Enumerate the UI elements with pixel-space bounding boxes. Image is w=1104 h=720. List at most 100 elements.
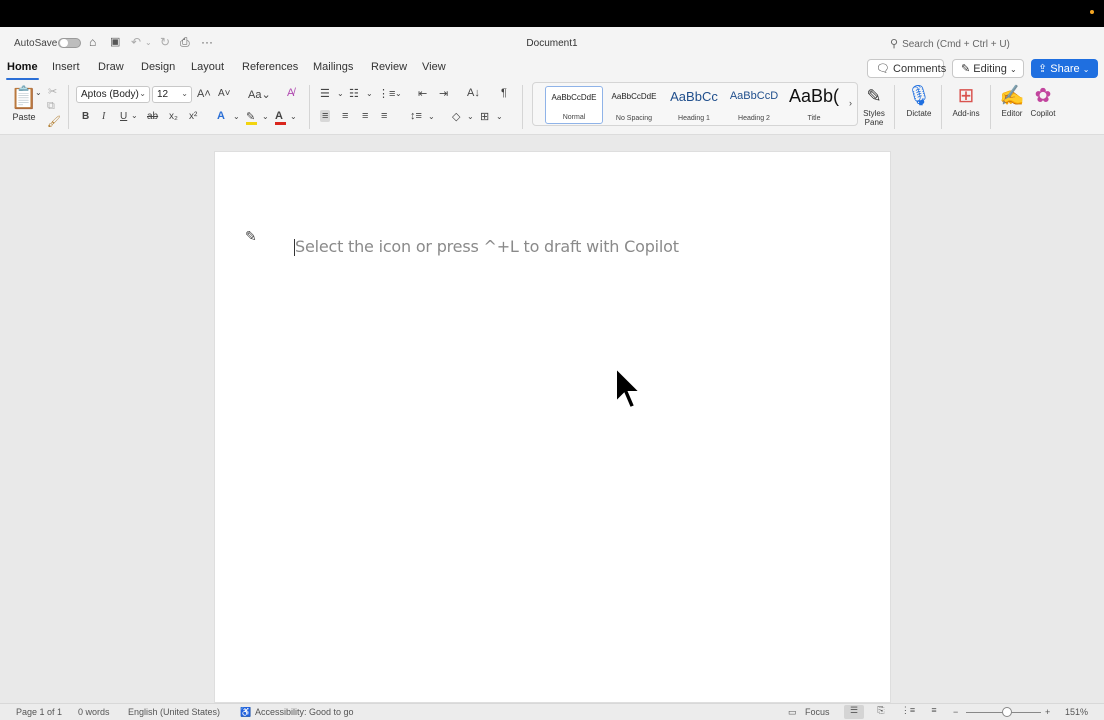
underline-dropdown-icon[interactable]: ⌄ <box>131 111 138 120</box>
accessibility-icon: ♿ <box>240 707 252 717</box>
dictate-button[interactable]: 🎙 Dictate <box>903 83 935 118</box>
align-center-icon[interactable]: ≡ <box>342 110 348 122</box>
format-painter-icon[interactable]: 🖌 <box>47 115 61 128</box>
editing-label: Editing <box>973 63 1007 75</box>
tab-design[interactable]: Design <box>141 61 175 73</box>
style-label: Heading 2 <box>738 115 770 122</box>
add-ins-button[interactable]: ⊞ Add-ins <box>948 83 984 118</box>
style-normal[interactable]: AaBbCcDdE Normal <box>545 86 603 124</box>
subscript-icon[interactable]: x₂ <box>169 111 178 122</box>
numbering-icon[interactable]: ☷ <box>349 87 359 100</box>
tab-references[interactable]: References <box>242 61 298 73</box>
styles-gallery: AaBbCcDdE Normal AaBbCcDdE No Spacing Aa… <box>532 82 858 126</box>
text-effects-icon[interactable]: A <box>217 110 225 122</box>
zoom-out-icon[interactable]: − <box>953 707 958 717</box>
word-count[interactable]: 0 words <box>78 707 110 717</box>
font-color-dropdown-icon[interactable]: ⌄ <box>290 112 297 121</box>
chevron-down-icon: ⌄ <box>139 89 146 98</box>
line-spacing-icon[interactable]: ↕≡ <box>410 110 422 122</box>
style-sample: AaBbCc <box>670 89 718 104</box>
copy-icon[interactable]: ⧉ <box>47 100 55 113</box>
dictate-label: Dictate <box>906 109 932 118</box>
highlight-icon[interactable]: ✎ <box>246 110 257 125</box>
bold-icon[interactable]: B <box>82 111 89 122</box>
divider <box>309 85 310 129</box>
line-spacing-dropdown-icon[interactable]: ⌄ <box>428 112 435 121</box>
show-paragraph-marks-icon[interactable]: ¶ <box>501 87 507 99</box>
focus-label[interactable]: Focus <box>805 707 830 717</box>
gallery-more-icon[interactable]: › <box>849 98 852 108</box>
change-case-icon[interactable]: Aa⌄ <box>248 88 271 101</box>
align-right-icon[interactable]: ≡ <box>362 110 368 122</box>
style-no-spacing[interactable]: AaBbCcDdE No Spacing <box>605 86 663 124</box>
justify-icon[interactable]: ≡ <box>381 110 387 122</box>
superscript-icon[interactable]: x² <box>189 111 197 122</box>
cut-icon[interactable]: ✂ <box>48 85 57 98</box>
share-button[interactable]: ⇪ Share ⌄ <box>1031 59 1098 78</box>
italic-icon[interactable]: I <box>102 111 105 122</box>
divider <box>990 85 991 129</box>
tab-view[interactable]: View <box>422 61 446 73</box>
status-bar: Page 1 of 1 0 words English (United Stat… <box>0 703 1104 720</box>
copilot-button[interactable]: ✿ Copilot <box>1026 83 1060 118</box>
grow-font-icon[interactable]: A˄ <box>197 88 211 100</box>
clear-formatting-icon[interactable]: A̸ <box>287 87 294 99</box>
numbering-dropdown-icon[interactable]: ⌄ <box>366 89 373 98</box>
editor-button[interactable]: ✍ Editor <box>997 83 1027 118</box>
font-color-swatch <box>275 122 286 125</box>
align-left-icon[interactable]: ≡ <box>320 110 331 122</box>
font-name-select[interactable]: Aptos (Body) ⌄ <box>76 86 150 103</box>
font-size-select[interactable]: 12 ⌄ <box>152 86 192 103</box>
bullets-icon[interactable]: ☰ <box>320 87 330 100</box>
chevron-down-icon: ⌄ <box>181 89 188 98</box>
tab-insert[interactable]: Insert <box>52 61 80 73</box>
underline-icon[interactable]: U <box>120 111 127 122</box>
style-heading-1[interactable]: AaBbCc Heading 1 <box>665 86 723 124</box>
borders-icon[interactable]: ⊞ <box>480 110 489 123</box>
shrink-font-icon[interactable]: A˅ <box>218 88 231 99</box>
style-heading-2[interactable]: AaBbCcD Heading 2 <box>725 86 783 124</box>
bullets-dropdown-icon[interactable]: ⌄ <box>337 89 344 98</box>
copilot-icon: ✿ <box>1034 85 1052 107</box>
search-box[interactable]: ⚲ Search (Cmd + Ctrl + U) <box>890 37 1010 50</box>
shading-dropdown-icon[interactable]: ⌄ <box>467 112 474 121</box>
comments-label: Comments <box>893 63 947 75</box>
web-layout-view-icon[interactable]: ⎘ <box>871 705 891 719</box>
tab-review[interactable]: Review <box>371 61 407 73</box>
add-ins-icon: ⊞ <box>957 85 975 107</box>
text-effects-dropdown-icon[interactable]: ⌄ <box>233 112 240 121</box>
styles-pane-button[interactable]: ✎ Styles Pane <box>860 83 888 127</box>
language[interactable]: English (United States) <box>128 707 220 717</box>
zoom-level[interactable]: 151% <box>1065 707 1088 717</box>
multilevel-dropdown-icon[interactable]: ⌄ <box>395 89 402 98</box>
decrease-indent-icon[interactable]: ⇤ <box>418 87 427 100</box>
zoom-in-icon[interactable]: + <box>1045 707 1050 717</box>
borders-dropdown-icon[interactable]: ⌄ <box>496 112 503 121</box>
increase-indent-icon[interactable]: ⇥ <box>439 87 448 100</box>
multilevel-list-icon[interactable]: ⋮≡ <box>378 87 395 100</box>
print-layout-view-icon[interactable]: ☰ <box>844 705 864 719</box>
strikethrough-icon[interactable]: ab <box>147 111 158 122</box>
tab-draw[interactable]: Draw <box>98 61 124 73</box>
highlight-dropdown-icon[interactable]: ⌄ <box>262 112 269 121</box>
font-color-icon[interactable]: A <box>275 110 286 125</box>
outline-view-icon[interactable]: ⋮≡ <box>898 705 918 719</box>
shading-icon[interactable]: ◇ <box>452 110 460 123</box>
zoom-slider-thumb[interactable] <box>1002 707 1012 717</box>
comments-button[interactable]: 🗨 Comments <box>867 59 947 78</box>
style-title[interactable]: AaBb( Title <box>785 86 843 124</box>
document-page[interactable] <box>214 151 891 703</box>
paste-dropdown-icon[interactable]: ⌄ <box>35 88 42 97</box>
tab-layout[interactable]: Layout <box>191 61 224 73</box>
style-sample: AaBbCcD <box>729 90 779 102</box>
copilot-draft-placeholder[interactable]: Select the icon or press ^+L to draft wi… <box>295 237 679 256</box>
tab-mailings[interactable]: Mailings <box>313 61 353 73</box>
copilot-draft-icon[interactable]: ✎ <box>245 228 257 245</box>
sort-icon[interactable]: A↓ <box>467 87 480 99</box>
page-count[interactable]: Page 1 of 1 <box>16 707 62 717</box>
paste-label: Paste <box>12 112 36 122</box>
tab-home[interactable]: Home <box>6 61 39 80</box>
editing-mode-button[interactable]: ✎ Editing ⌄ <box>952 59 1024 78</box>
draft-view-icon[interactable]: ≡ <box>924 705 944 719</box>
accessibility-status[interactable]: Accessibility: Good to go <box>255 707 354 717</box>
